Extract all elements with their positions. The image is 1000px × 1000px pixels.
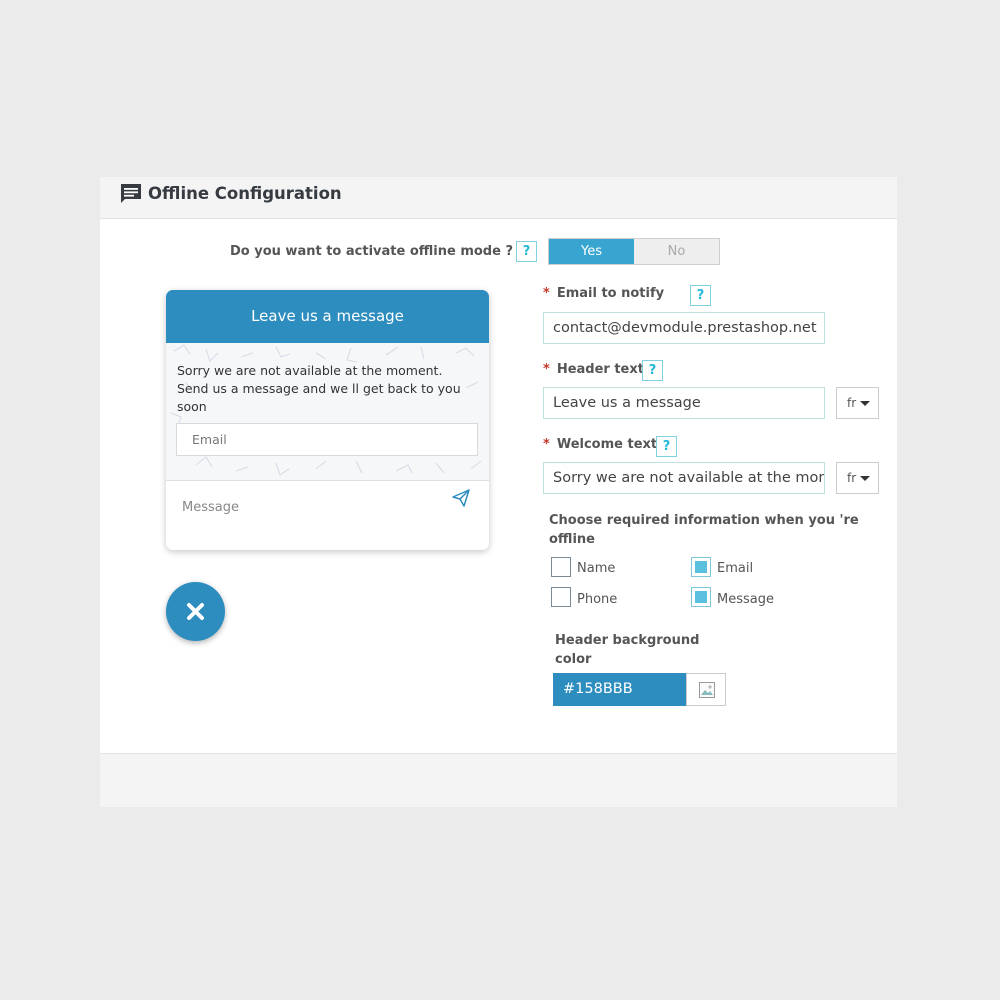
caret-down-icon [860, 476, 870, 481]
close-chat-button[interactable] [166, 582, 225, 641]
widget-email-input[interactable]: Email [176, 423, 478, 456]
widget-message-input[interactable]: Message [182, 500, 239, 515]
checkbox-name-label: Name [577, 561, 616, 576]
widget-welcome-text: Sorry we are not available at the moment… [177, 363, 461, 414]
welcome-text-label: * Welcome text [543, 437, 658, 452]
header-text-label: * Header text [543, 362, 644, 377]
header-lang-select[interactable]: fr [836, 387, 879, 419]
switch-yes[interactable]: Yes [549, 239, 634, 264]
panel-title: Offline Configuration [148, 184, 342, 203]
checkbox-phone[interactable] [551, 587, 571, 607]
help-icon[interactable]: ? [642, 360, 663, 381]
email-notify-input[interactable]: contact@devmodule.prestashop.net [543, 312, 825, 344]
color-picker-button[interactable] [686, 673, 726, 706]
header-text-input[interactable]: Leave us a message [543, 387, 825, 419]
message-icon [121, 184, 141, 203]
header-bg-color-label: Header background color [555, 633, 700, 667]
checkbox-phone-label: Phone [577, 592, 618, 607]
help-icon[interactable]: ? [690, 285, 711, 306]
offline-config-panel: Offline Configuration Do you want to act… [100, 177, 897, 807]
switch-no[interactable]: No [634, 239, 719, 264]
activate-offline-label: Do you want to activate offline mode ? [230, 244, 513, 259]
panel-header: Offline Configuration [100, 177, 897, 219]
header-bg-color-input[interactable]: #158BBB [553, 673, 686, 706]
checkbox-message[interactable] [691, 587, 711, 607]
widget-header: Leave us a message [166, 290, 489, 343]
caret-down-icon [860, 401, 870, 406]
checkbox-name[interactable] [551, 557, 571, 577]
chat-widget-preview: Leave us a message Sorry we are not avai… [166, 290, 489, 550]
required-info-title: Choose required information when you 're… [549, 513, 859, 547]
welcome-text-input[interactable]: Sorry we are not available at the mom [543, 462, 825, 494]
widget-body: Sorry we are not available at the moment… [166, 343, 489, 481]
panel-footer [100, 753, 897, 807]
activate-offline-switch[interactable]: Yes No [548, 238, 720, 265]
checkbox-message-label: Message [717, 592, 774, 607]
close-icon [187, 603, 204, 620]
welcome-lang-select[interactable]: fr [836, 462, 879, 494]
broken-image-icon [699, 682, 715, 698]
email-notify-label: * Email to notify [543, 286, 665, 301]
checkbox-email-label: Email [717, 561, 754, 576]
help-icon[interactable]: ? [516, 241, 537, 262]
checkbox-email[interactable] [691, 557, 711, 577]
send-icon[interactable] [451, 489, 471, 507]
help-icon[interactable]: ? [656, 436, 677, 457]
